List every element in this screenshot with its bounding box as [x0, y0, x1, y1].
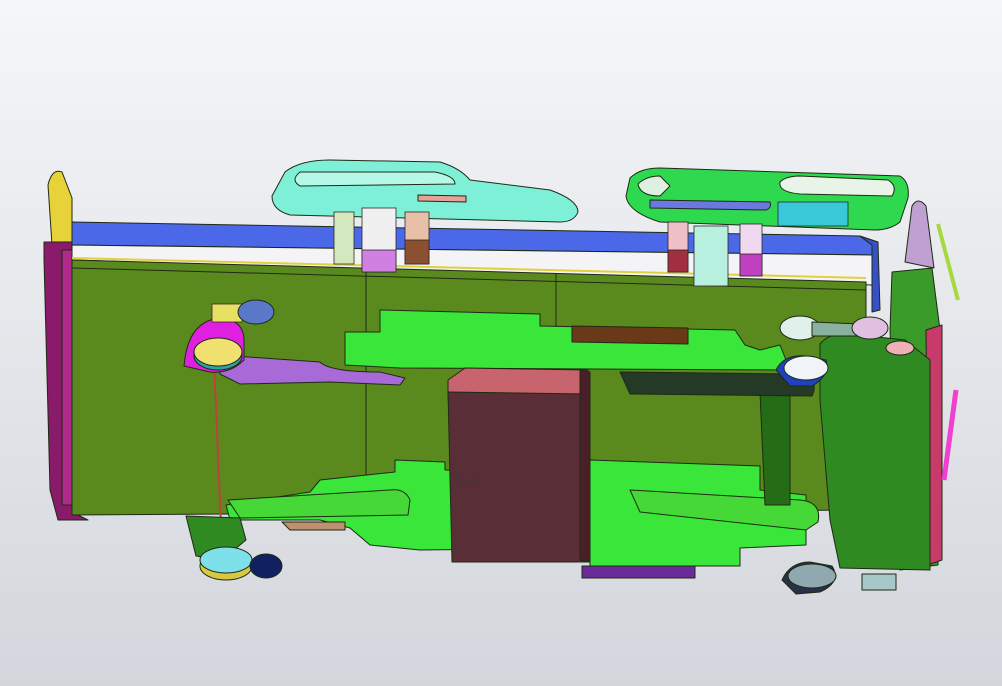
frame-leg [759, 391, 791, 506]
cad-viewport[interactable] [0, 0, 1002, 686]
bed-cad-model[interactable] [0, 0, 1002, 686]
frame-end-block [819, 333, 931, 571]
caster-wheel-bottom-left[interactable] [185, 515, 346, 581]
